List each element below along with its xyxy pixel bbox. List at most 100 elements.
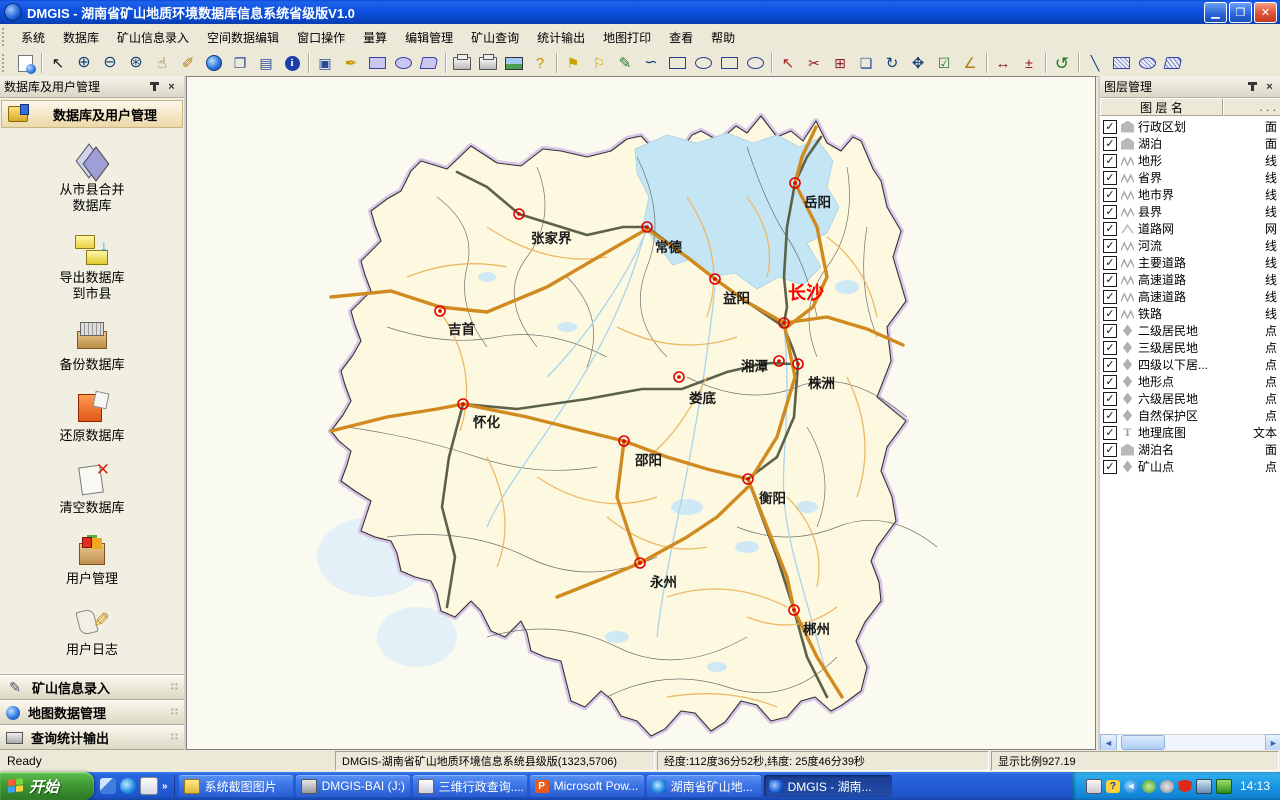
- layer-row[interactable]: ✓高速道路线: [1100, 288, 1280, 305]
- sidebar-action-5[interactable]: 用户管理: [17, 533, 167, 587]
- toolbar-button-undo[interactable]: ↺: [1049, 51, 1075, 75]
- layer-checkbox[interactable]: ✓: [1103, 409, 1117, 423]
- layer-checkbox[interactable]: ✓: [1103, 171, 1117, 185]
- panel-banner[interactable]: 数据库及用户管理: [1, 100, 183, 128]
- toolbar-button-move[interactable]: ✥: [905, 51, 931, 75]
- sidebar-action-3[interactable]: 还原数据库: [17, 390, 167, 444]
- layer-checkbox[interactable]: ✓: [1103, 307, 1117, 321]
- layer-row[interactable]: ✓铁路线: [1100, 305, 1280, 322]
- sidebar-action-4[interactable]: 清空数据库: [17, 462, 167, 516]
- menu-item-11[interactable]: 帮助: [702, 25, 744, 50]
- show-desktop-icon[interactable]: [100, 778, 116, 794]
- sidebar-action-0[interactable]: 从市县合并 数据库: [17, 144, 167, 215]
- toolbar-button-copy-window[interactable]: ❐: [227, 51, 253, 75]
- layer-row[interactable]: ✓省界线: [1100, 169, 1280, 186]
- toolbar-button-highlighter[interactable]: ✒: [338, 51, 364, 75]
- layer-row[interactable]: ✓湖泊名面: [1100, 441, 1280, 458]
- toolbar-button-hatch-rect[interactable]: [1108, 51, 1134, 75]
- layer-panel-hscrollbar[interactable]: ◄ ►: [1100, 734, 1280, 750]
- toolbar-button-doc-check[interactable]: ☑: [931, 51, 957, 75]
- toolbar-button-help[interactable]: ?: [527, 51, 553, 75]
- taskbar-task-0[interactable]: 系统截图图片: [179, 775, 293, 797]
- sidebar-action-1[interactable]: 导出数据库 到市县: [17, 232, 167, 303]
- layer-checkbox[interactable]: ✓: [1103, 239, 1117, 253]
- layer-checkbox[interactable]: ✓: [1103, 392, 1117, 406]
- layer-row[interactable]: ✓四级以下居...点: [1100, 356, 1280, 373]
- layer-row[interactable]: ✓地形点点: [1100, 373, 1280, 390]
- title-bar[interactable]: DMGIS - 湖南省矿山地质环境数据库信息系统省级版V1.0 ▁ ❐ ✕: [0, 0, 1280, 24]
- layer-row[interactable]: ✓三级居民地点: [1100, 339, 1280, 356]
- quick-launch-overflow-icon[interactable]: »: [162, 781, 168, 792]
- sidebar-section-1[interactable]: 地图数据管理: [0, 700, 184, 725]
- toolbar-button-fill-polygon[interactable]: [416, 51, 442, 75]
- minimize-button[interactable]: ▁: [1204, 2, 1227, 23]
- layer-checkbox[interactable]: ✓: [1103, 154, 1117, 168]
- menu-item-1[interactable]: 数据库: [54, 25, 108, 50]
- layer-checkbox[interactable]: ✓: [1103, 290, 1117, 304]
- toolbar-button-rect-outline[interactable]: [664, 51, 690, 75]
- layer-row[interactable]: ✓高速道路线: [1100, 271, 1280, 288]
- layer-row[interactable]: ✓县界线: [1100, 203, 1280, 220]
- security-shield-icon[interactable]: [1178, 780, 1192, 793]
- layer-row[interactable]: ✓行政区划面: [1100, 118, 1280, 135]
- toolbar-button-export-image[interactable]: [501, 51, 527, 75]
- close-button[interactable]: ✕: [1254, 2, 1277, 23]
- toolbar-button-open-map[interactable]: [12, 51, 38, 75]
- volume-icon[interactable]: [1160, 780, 1174, 793]
- sidebar-action-2[interactable]: 备份数据库: [17, 319, 167, 373]
- layer-checkbox[interactable]: ✓: [1103, 375, 1117, 389]
- menu-grip-handle[interactable]: [2, 28, 8, 46]
- toolbar-button-draw-segment[interactable]: ╲: [1082, 51, 1108, 75]
- layer-checkbox[interactable]: ✓: [1103, 341, 1117, 355]
- layer-checkbox[interactable]: ✓: [1103, 358, 1117, 372]
- toolbar-button-dim-vertical[interactable]: ±: [1016, 51, 1042, 75]
- close-icon[interactable]: ×: [1261, 79, 1278, 95]
- toolbar-button-info[interactable]: i: [279, 51, 305, 75]
- toolbar-button-draw-freehand[interactable]: ∽: [638, 51, 664, 75]
- layer-checkbox[interactable]: ✓: [1103, 460, 1117, 474]
- toolbar-button-redraw[interactable]: ✐: [175, 51, 201, 75]
- layer-checkbox[interactable]: ✓: [1103, 188, 1117, 202]
- sidebar-section-2[interactable]: 查询统计输出: [0, 725, 184, 750]
- toolbar-button-measure-length[interactable]: ∠: [957, 51, 983, 75]
- taskbar-task-3[interactable]: PMicrosoft Pow...: [530, 775, 644, 797]
- layer-row[interactable]: ✓二级居民地点: [1100, 322, 1280, 339]
- pin-icon[interactable]: [146, 79, 163, 95]
- layer-row[interactable]: ✓主要道路线: [1100, 254, 1280, 271]
- toolbar-button-fill-rect[interactable]: [364, 51, 390, 75]
- menu-item-9[interactable]: 地图打印: [594, 25, 660, 50]
- toolbar-button-form-view[interactable]: ▤: [253, 51, 279, 75]
- layer-checkbox[interactable]: ✓: [1103, 256, 1117, 270]
- layer-row[interactable]: ✓湖泊面: [1100, 135, 1280, 152]
- nav-back-icon[interactable]: ◄: [1124, 780, 1138, 793]
- restore-button[interactable]: ❐: [1229, 2, 1252, 23]
- toolbar-button-cut[interactable]: ✂: [801, 51, 827, 75]
- display-icon[interactable]: [1196, 779, 1212, 794]
- scroll-right-icon[interactable]: ►: [1265, 734, 1280, 751]
- toolbar-button-hatch-polygon[interactable]: [1160, 51, 1186, 75]
- start-button[interactable]: 开始: [0, 772, 94, 800]
- layer-checkbox[interactable]: ✓: [1103, 120, 1117, 134]
- toolbar-button-draw-line[interactable]: ✎: [612, 51, 638, 75]
- keyboard-icon[interactable]: [1086, 779, 1102, 794]
- toolbar-button-print[interactable]: [449, 51, 475, 75]
- layer-row[interactable]: ✓河流线: [1100, 237, 1280, 254]
- menu-item-0[interactable]: 系统: [12, 25, 54, 50]
- layer-checkbox[interactable]: ✓: [1103, 324, 1117, 338]
- toolbar-button-rect-outline-2[interactable]: [716, 51, 742, 75]
- toolbar-button-zoom-in[interactable]: ⊕: [71, 51, 97, 75]
- toolbar-button-point-edit[interactable]: ⚐: [586, 51, 612, 75]
- toolbar-button-pan[interactable]: ☝: [149, 51, 175, 75]
- toolbar-button-copy[interactable]: ❏: [853, 51, 879, 75]
- toolbar-button-select[interactable]: ↖: [45, 51, 71, 75]
- layer-checkbox[interactable]: ✓: [1103, 443, 1117, 457]
- layer-row[interactable]: ✓自然保护区点: [1100, 407, 1280, 424]
- messenger-icon[interactable]: [1142, 780, 1156, 793]
- toolbar-button-point-flag[interactable]: ⚑: [560, 51, 586, 75]
- mail-icon[interactable]: [140, 777, 158, 795]
- layer-checkbox[interactable]: ✓: [1103, 222, 1117, 236]
- toolbar-button-hatch-ellipse[interactable]: [1134, 51, 1160, 75]
- scrollbar-thumb[interactable]: [1121, 735, 1165, 750]
- help-icon[interactable]: ?: [1106, 780, 1120, 793]
- layer-checkbox[interactable]: ✓: [1103, 205, 1117, 219]
